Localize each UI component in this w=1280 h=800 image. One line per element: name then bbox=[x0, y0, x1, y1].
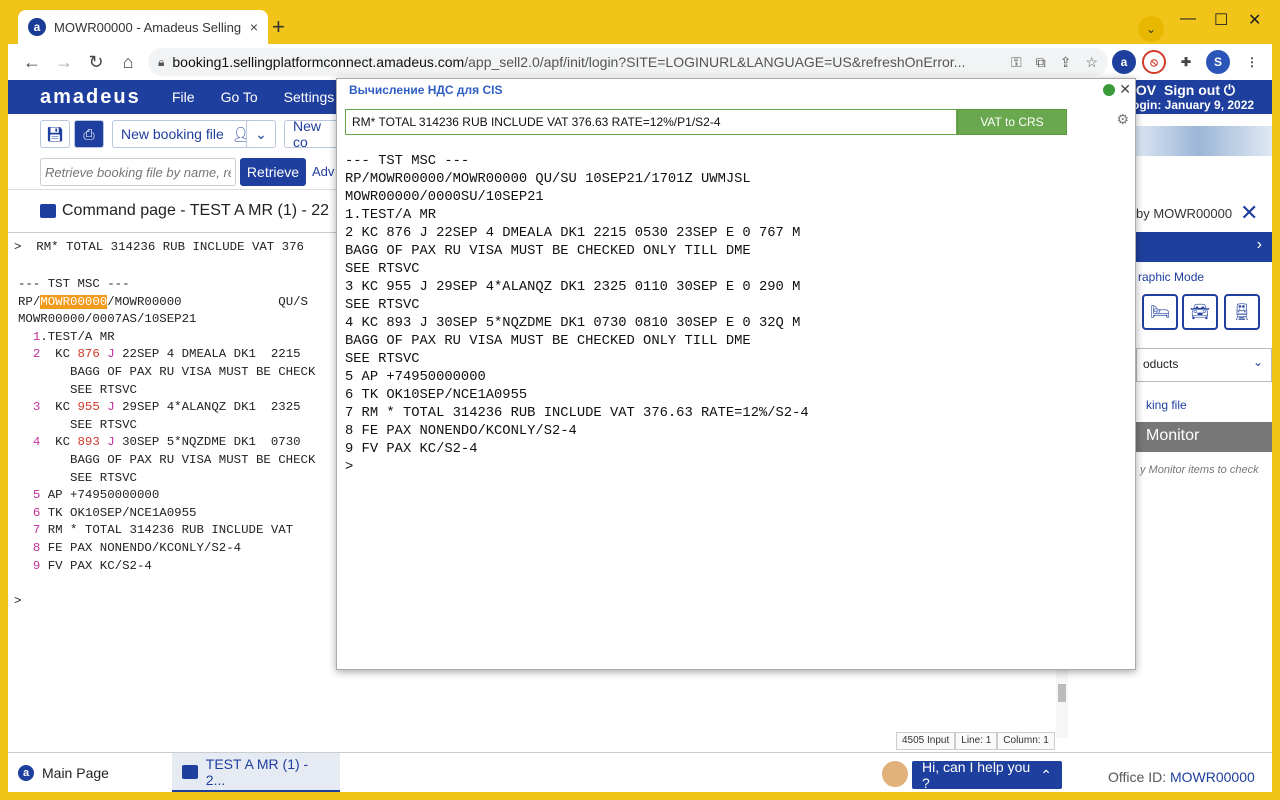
tab-search-icon[interactable]: ⌄ bbox=[1138, 16, 1164, 42]
power-icon: ⏻ bbox=[1223, 82, 1235, 98]
sign-out-link[interactable]: Sign out ⏻ bbox=[1164, 82, 1235, 99]
reload-icon[interactable]: ↻ bbox=[80, 52, 112, 73]
forward-arrow-icon[interactable]: → bbox=[48, 52, 80, 73]
vat-calculator-popup: Вычисление НДС для CIS ✕ ⚙ VAT to CRS --… bbox=[336, 78, 1136, 670]
print-icon[interactable]: ⎙ bbox=[74, 120, 104, 148]
maximize-button[interactable]: ☐ bbox=[1214, 10, 1228, 30]
menu-settings[interactable]: Settings bbox=[284, 89, 335, 105]
retrieve-search-input[interactable] bbox=[40, 158, 236, 186]
amadeus-favicon-icon: a bbox=[28, 18, 46, 36]
extensions-puzzle-icon[interactable]: ✚ bbox=[1174, 50, 1198, 74]
lock-icon: 🔒︎ bbox=[158, 54, 165, 69]
save-icon[interactable]: 💾︎ bbox=[40, 120, 70, 148]
car-icon[interactable]: 🚘︎ bbox=[1182, 294, 1218, 330]
tab-strip: a MOWR00000 - Amadeus Selling × + ⌄ — ☐ … bbox=[8, 8, 1272, 44]
browser-window: a MOWR00000 - Amadeus Selling × + ⌄ — ☐ … bbox=[8, 8, 1272, 792]
url-field[interactable]: 🔒︎ booking1.sellingplatformconnect.amade… bbox=[148, 48, 1108, 76]
header-banner-image bbox=[1124, 126, 1272, 156]
terminal-status-bar: 4505 Input Line: 1 Column: 1 bbox=[896, 732, 1055, 750]
command-page-title: Command page - TEST A MR (1) - 22 bbox=[40, 202, 329, 220]
office-id: Office ID: MOWR00000 bbox=[1108, 769, 1255, 785]
main-menu: File Go To Settings bbox=[172, 89, 334, 105]
line-indicator: Line: 1 bbox=[955, 732, 998, 750]
terminal-icon bbox=[40, 204, 56, 218]
address-bar: ← → ↻ ⌂ 🔒︎ booking1.sellingplatformconne… bbox=[8, 44, 1272, 80]
chevron-down-icon: ⌄ bbox=[1252, 355, 1263, 369]
terminal-icon bbox=[182, 764, 198, 779]
new-booking-button[interactable]: New booking file 👤︎ bbox=[112, 120, 259, 148]
key-icon[interactable]: ⚿ bbox=[1011, 54, 1022, 71]
products-dropdown[interactable]: oducts ⌄ bbox=[1136, 348, 1272, 382]
translate-icon[interactable]: ⧉ bbox=[1036, 54, 1046, 71]
scrollbar-thumb[interactable] bbox=[1058, 684, 1066, 702]
column-indicator: Column: 1 bbox=[997, 732, 1055, 750]
new-command-button[interactable]: New co bbox=[284, 118, 344, 150]
last-login-text: ogin: January 9, 2022 bbox=[1132, 98, 1255, 112]
booking-file-link[interactable]: king file bbox=[1146, 398, 1187, 412]
tab-title: MOWR00000 - Amadeus Selling bbox=[54, 19, 242, 35]
tab-close-icon[interactable]: × bbox=[250, 19, 258, 35]
bookmark-star-icon[interactable]: ☆ bbox=[1085, 54, 1098, 71]
popup-close-icon[interactable]: ✕ bbox=[1119, 81, 1131, 98]
amadeus-logo: amadeus bbox=[40, 86, 141, 108]
main-page-tab[interactable]: a Main Page bbox=[8, 753, 172, 792]
retrieve-button[interactable]: Retrieve bbox=[240, 158, 306, 186]
block-extension-icon[interactable]: ⦸ bbox=[1142, 50, 1166, 74]
lock-status-icon bbox=[1103, 83, 1116, 96]
advanced-search-link[interactable]: Adv bbox=[312, 164, 334, 179]
amadeus-extension-icon[interactable]: a bbox=[1112, 50, 1136, 74]
popup-terminal-output: --- TST MSC --- RP/MOWR00000/MOWR00000 Q… bbox=[345, 154, 809, 475]
menu-go-to[interactable]: Go To bbox=[221, 89, 258, 105]
chevron-up-icon: ⌃ bbox=[1040, 766, 1052, 783]
owner-label: by MOWR00000 bbox=[1136, 206, 1233, 221]
booking-tab[interactable]: TEST A MR (1) - 2... bbox=[172, 753, 340, 792]
gear-icon[interactable]: ⚙ bbox=[1116, 111, 1129, 128]
amadeus-small-icon: a bbox=[18, 765, 34, 781]
assistant-avatar[interactable] bbox=[880, 759, 910, 789]
home-icon[interactable]: ⌂ bbox=[112, 52, 144, 73]
hotel-bed-icon[interactable]: 🛏︎ bbox=[1142, 294, 1178, 330]
back-arrow-icon[interactable]: ← bbox=[16, 52, 48, 73]
monitor-empty-note: y Monitor items to check bbox=[1140, 464, 1259, 476]
chevron-right-icon: › bbox=[1256, 236, 1262, 253]
terminal-prompt: > bbox=[14, 594, 22, 608]
help-chat-button[interactable]: Hi, can I help you ? ⌃ bbox=[912, 759, 1062, 791]
window-close-button[interactable]: ✕ bbox=[1248, 10, 1261, 30]
vat-command-input[interactable] bbox=[345, 109, 957, 135]
url-text: booking1.sellingplatformconnect.amadeus.… bbox=[172, 54, 966, 70]
terminal-response: --- TST MSC --- RP/MOWR00000/MOWR00000 Q… bbox=[18, 277, 316, 573]
graphic-mode-label: raphic Mode bbox=[1138, 270, 1205, 284]
vat-to-crs-button[interactable]: VAT to CRS bbox=[957, 109, 1067, 135]
bottom-bar: a Main Page TEST A MR (1) - 2... Hi, can… bbox=[8, 752, 1272, 792]
minimize-button[interactable]: — bbox=[1180, 10, 1196, 28]
chevron-down-icon[interactable]: ⌄ bbox=[246, 120, 276, 148]
share-icon[interactable]: ⇪ bbox=[1060, 54, 1072, 71]
office-id-highlight: MOWR00000 bbox=[40, 294, 108, 309]
terminal-command-line: > RM* TOTAL 314236 RUB INCLUDE VAT 376 bbox=[14, 240, 304, 254]
monitor-header: Monitor bbox=[1136, 422, 1272, 452]
popup-title: Вычисление НДС для CIS bbox=[349, 83, 503, 97]
menu-file[interactable]: File bbox=[172, 89, 195, 105]
input-count: 4505 Input bbox=[896, 732, 956, 750]
panel-close-icon[interactable]: ✕ bbox=[1240, 200, 1258, 226]
browser-tab[interactable]: a MOWR00000 - Amadeus Selling × bbox=[18, 10, 268, 44]
train-icon[interactable]: 🚆︎ bbox=[1224, 294, 1260, 330]
profile-avatar-icon[interactable]: S bbox=[1206, 50, 1230, 74]
new-tab-button[interactable]: + bbox=[272, 14, 285, 40]
browser-menu-icon[interactable]: ⋮ bbox=[1240, 50, 1264, 74]
